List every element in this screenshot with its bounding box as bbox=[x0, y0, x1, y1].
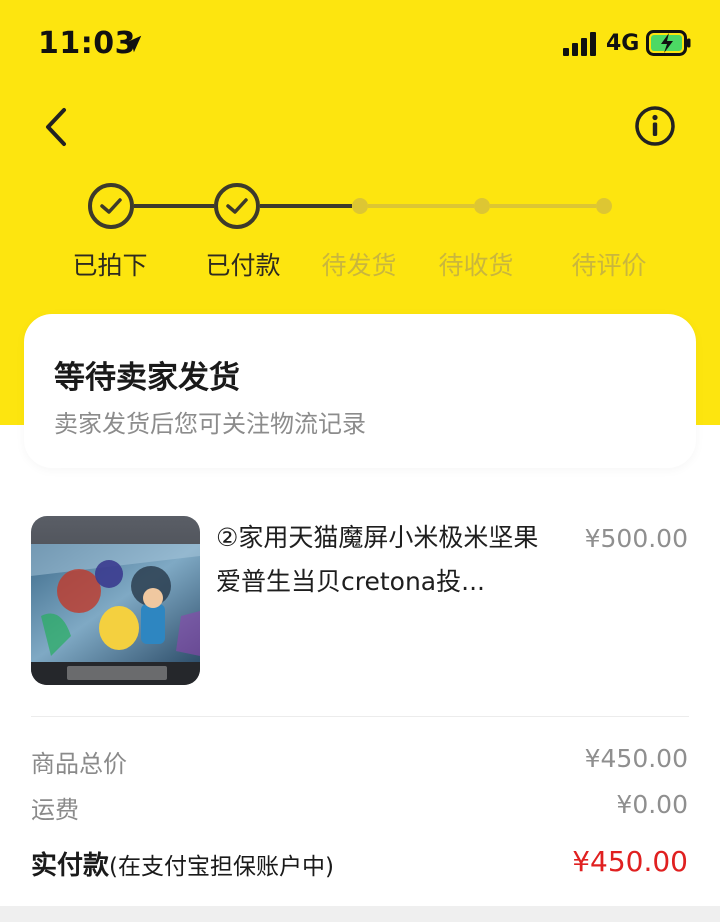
bottom-bar bbox=[0, 906, 720, 922]
pending-dot-icon bbox=[352, 198, 368, 214]
progress-line-done bbox=[260, 204, 352, 208]
check-circle-icon bbox=[88, 183, 134, 229]
order-status-subtitle: 卖家发货后您可关注物流记录 bbox=[54, 410, 366, 438]
goods-total-value: ¥450.00 bbox=[584, 744, 688, 773]
paid-amount: ¥450.00 bbox=[572, 845, 688, 878]
step-2-node bbox=[214, 183, 260, 229]
step-1-node bbox=[88, 183, 134, 229]
paid-label-text: 实付款 bbox=[31, 851, 110, 881]
step-4-node bbox=[474, 198, 490, 214]
pending-dot-icon bbox=[596, 198, 612, 214]
location-arrow-icon bbox=[124, 35, 142, 53]
step-label-to-ship: 待发货 bbox=[321, 251, 397, 280]
shipping-value: ¥0.00 bbox=[616, 790, 688, 819]
step-label-placed: 已拍下 bbox=[72, 251, 148, 280]
order-progress: 已拍下 已付款 待发货 待收货 待评价 bbox=[0, 180, 720, 280]
network-type: 4G bbox=[606, 31, 640, 56]
pending-dot-icon bbox=[474, 198, 490, 214]
status-bar: 11:03 4G bbox=[0, 0, 720, 88]
divider bbox=[31, 716, 689, 717]
paid-label: 实付款(在支付宝担保账户中) bbox=[31, 845, 334, 882]
progress-line-done bbox=[134, 204, 214, 208]
info-icon[interactable] bbox=[634, 105, 676, 147]
goods-total-label: 商品总价 bbox=[31, 750, 127, 778]
product-thumbnail[interactable] bbox=[31, 516, 200, 685]
check-circle-icon bbox=[214, 183, 260, 229]
product-title[interactable]: ②家用天猫魔屏小米极米坚果爱普生当贝cretona投... bbox=[216, 516, 556, 604]
step-3-node bbox=[352, 198, 368, 214]
back-icon[interactable] bbox=[40, 106, 76, 148]
battery-charging-icon bbox=[646, 30, 691, 56]
signal-icon bbox=[563, 32, 596, 56]
progress-line-pending bbox=[490, 204, 596, 208]
order-status-title: 等待卖家发货 bbox=[54, 360, 240, 396]
step-label-paid: 已付款 bbox=[205, 251, 281, 280]
paid-note: (在支付宝担保账户中) bbox=[109, 854, 334, 880]
step-5-node bbox=[596, 198, 612, 214]
product-price: ¥500.00 bbox=[584, 524, 688, 553]
order-status-card: 等待卖家发货 卖家发货后您可关注物流记录 bbox=[24, 314, 696, 468]
step-label-to-review: 待评价 bbox=[571, 251, 647, 280]
product-image bbox=[31, 516, 200, 685]
step-label-to-receive: 待收货 bbox=[438, 251, 514, 280]
progress-line-pending bbox=[368, 204, 474, 208]
shipping-label: 运费 bbox=[31, 796, 79, 824]
